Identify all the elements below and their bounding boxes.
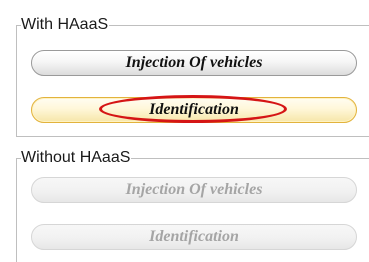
without-haaas-group: Without HAaaS Injection Of vehicles Iden… [16, 147, 369, 262]
with-haaas-group: With HAaaS Injection Of vehicles Identif… [16, 14, 369, 137]
haaas-panel: With HAaaS Injection Of vehicles Identif… [0, 0, 369, 262]
without-haaas-injection-label: Injection Of vehicles [125, 181, 263, 198]
without-haaas-injection-button[interactable]: Injection Of vehicles [31, 177, 357, 203]
with-haaas-injection-label: Injection Of vehicles [125, 54, 263, 71]
with-haaas-injection-button[interactable]: Injection Of vehicles [31, 50, 357, 76]
without-haaas-legend: Without HAaaS [21, 147, 132, 169]
with-haaas-identification-label: Identification [149, 101, 239, 118]
without-haaas-identification-label: Identification [149, 228, 239, 245]
without-haaas-identification-button[interactable]: Identification [31, 224, 357, 250]
with-haaas-legend: With HAaaS [21, 14, 110, 36]
with-haaas-identification-button[interactable]: Identification [31, 95, 357, 123]
